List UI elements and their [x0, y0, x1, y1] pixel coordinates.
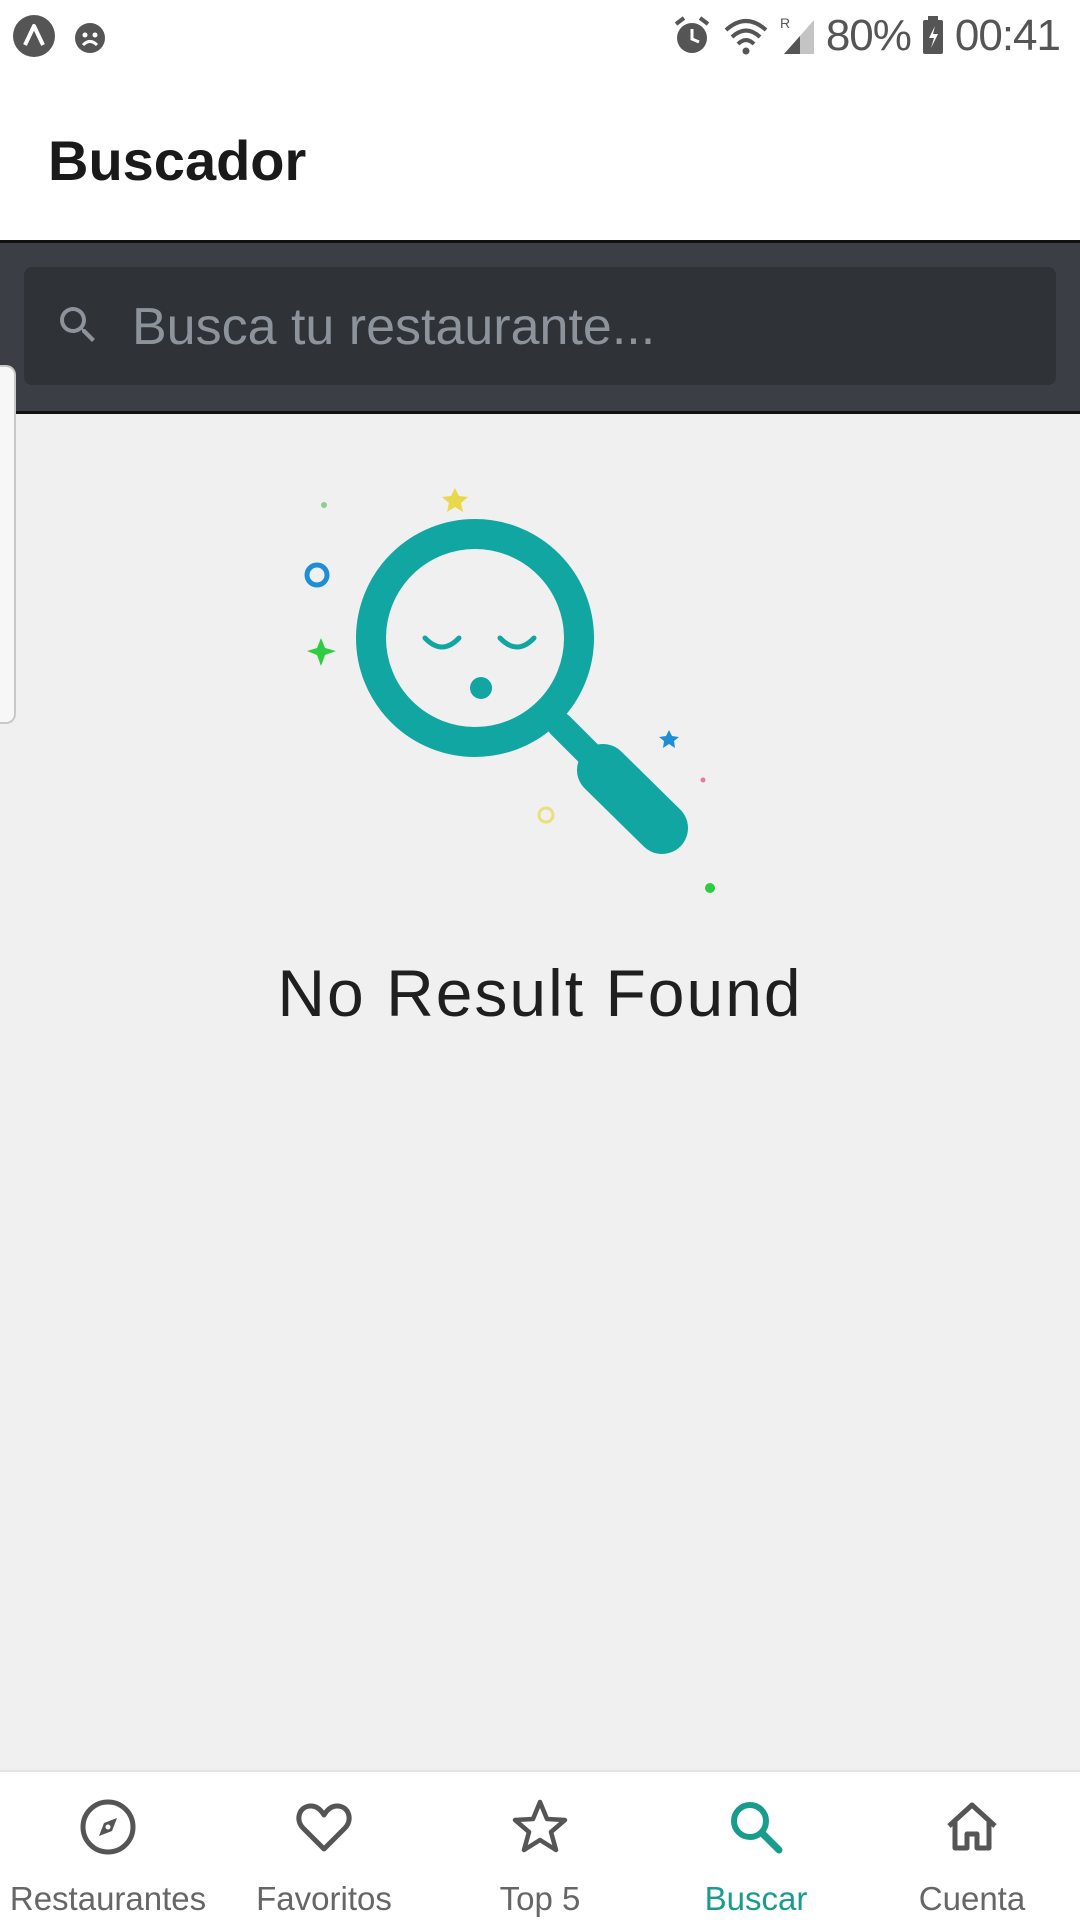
nav-label: Cuenta: [918, 1880, 1026, 1917]
face-notification-icon: [75, 23, 105, 53]
drawer-edge-handle[interactable]: [0, 365, 16, 724]
search-input[interactable]: Busca tu restaurante...: [24, 267, 1056, 385]
nav-item-top5[interactable]: Top 5: [432, 1772, 648, 1922]
sleeping-magnifier-icon: [304, 488, 715, 893]
bottom-navigation: Restaurantes Favoritos Top 5 Buscar Cuen…: [0, 1770, 1080, 1922]
search-placeholder: Busca tu restaurante...: [132, 298, 656, 356]
compass-icon: [80, 1799, 136, 1855]
svg-text:R: R: [780, 15, 790, 31]
app-a-icon: [13, 15, 55, 57]
battery-percent: 80%: [825, 11, 912, 60]
signal-icon: R: [780, 15, 814, 54]
nav-item-cuenta[interactable]: Cuenta: [864, 1772, 1080, 1922]
nav-item-buscar[interactable]: Buscar: [648, 1772, 864, 1922]
home-icon: [947, 1802, 997, 1851]
nav-item-restaurantes[interactable]: Restaurantes: [0, 1772, 216, 1922]
nav-label: Buscar: [704, 1880, 808, 1917]
wifi-icon: [724, 19, 768, 55]
app-bar: Buscador: [0, 72, 1080, 243]
alarm-icon: [674, 16, 710, 53]
battery-icon: [922, 16, 943, 54]
nav-label: Top 5: [499, 1880, 581, 1917]
clock: 00:41: [954, 11, 1061, 60]
heart-icon: [296, 1803, 352, 1852]
search-icon: [731, 1802, 783, 1854]
search-bar-container: Busca tu restaurante...: [0, 243, 1080, 414]
star-icon: [512, 1799, 568, 1853]
nav-label: Restaurantes: [9, 1880, 207, 1917]
page-title: Buscador: [48, 129, 307, 192]
search-icon: [60, 307, 95, 342]
status-bar: R 80% 00:41: [0, 0, 1080, 72]
nav-label: Favoritos: [256, 1880, 392, 1917]
empty-state-message: No Result Found: [277, 956, 803, 1030]
nav-item-favoritos[interactable]: Favoritos: [216, 1772, 432, 1922]
